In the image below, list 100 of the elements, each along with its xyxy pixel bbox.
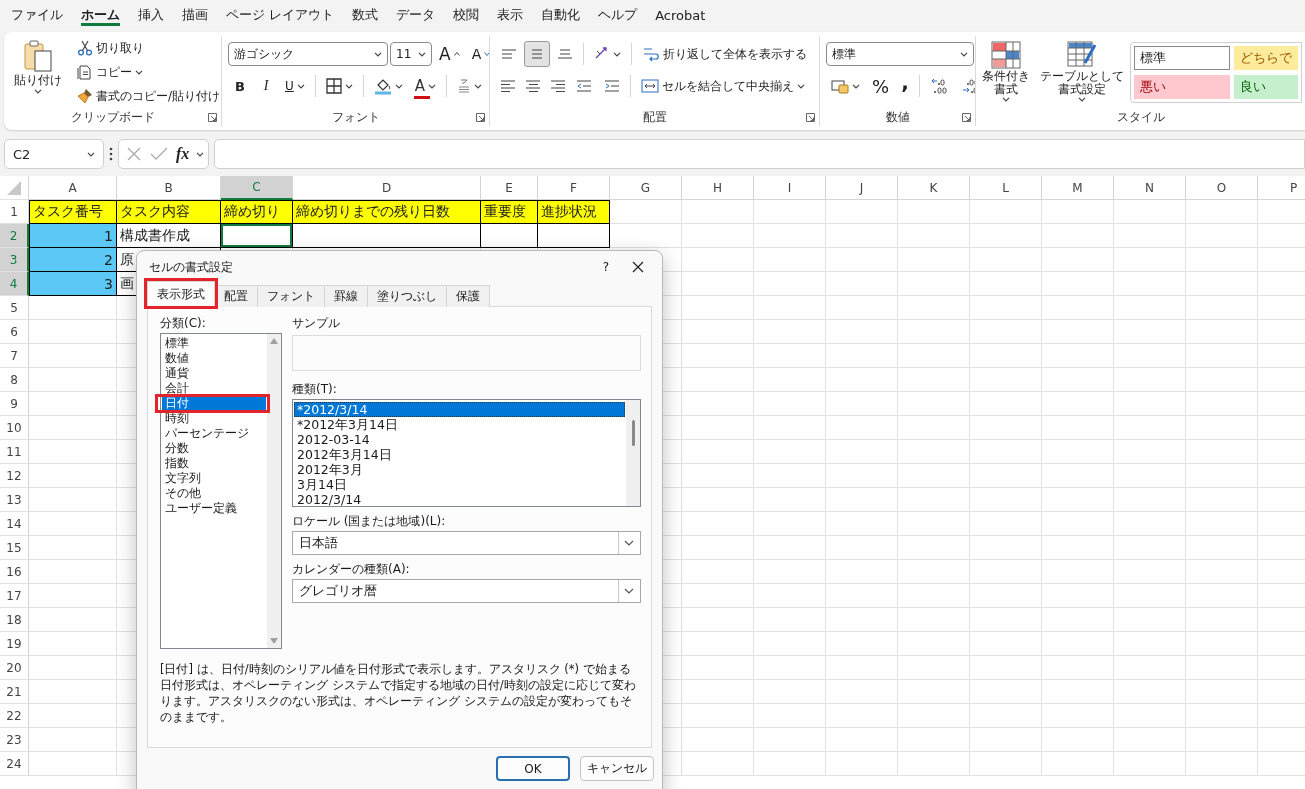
cancel-button[interactable]: キャンセル (580, 756, 654, 781)
category-item[interactable]: 時刻 (162, 411, 266, 426)
column-header[interactable]: M (1042, 176, 1114, 200)
scroll-up-icon[interactable] (270, 338, 278, 344)
menu-tab[interactable]: 自動化 (532, 0, 590, 30)
select-all-icon[interactable] (7, 180, 21, 195)
column-header[interactable]: E (481, 176, 538, 200)
column-header[interactable]: K (898, 176, 970, 200)
type-item[interactable]: *2012年3月14日 (294, 417, 625, 432)
row-header[interactable]: 2 (0, 224, 29, 248)
dialog-launcher-icon[interactable] (476, 112, 485, 122)
cut-button[interactable]: 切り取り (72, 36, 221, 60)
cell-style-item[interactable]: 良い (1234, 75, 1298, 99)
category-item[interactable]: その他 (162, 486, 266, 501)
column-header[interactable]: L (970, 176, 1042, 200)
merge-center-button[interactable]: セルを結合して中央揃え (636, 73, 810, 99)
font-size-dropdown[interactable]: 11 (390, 42, 432, 66)
copy-button[interactable]: コピー (72, 60, 221, 84)
format-as-table-button[interactable]: テーブルとして 書式設定 (1036, 38, 1128, 108)
type-item[interactable]: 2012-03-14 (294, 432, 625, 447)
merge-cells-icon (641, 78, 659, 94)
column-header[interactable]: N (1114, 176, 1186, 200)
dialog-launcher-icon[interactable] (208, 112, 217, 122)
category-item[interactable]: 文字列 (162, 471, 266, 486)
column-header[interactable]: H (682, 176, 754, 200)
menu-tab[interactable]: 校閲 (444, 0, 489, 30)
italic-button[interactable]: I (254, 73, 278, 99)
menu-tab[interactable]: Acrobat (646, 0, 715, 30)
dialog-tab[interactable]: フォント (257, 285, 325, 307)
category-item[interactable]: 通貨 (162, 366, 266, 381)
menu-tab[interactable]: ページ レイアウト (217, 0, 344, 30)
cell-style-item[interactable]: 標準 (1134, 46, 1230, 70)
font-name-dropdown[interactable]: 游ゴシック (228, 42, 388, 66)
formula-field[interactable] (214, 139, 1305, 169)
underline-button[interactable]: U (280, 73, 310, 99)
menu-tab[interactable]: 表示 (488, 0, 533, 30)
dialog-tab[interactable]: 保護 (446, 285, 490, 307)
dialog-launcher-icon[interactable] (806, 112, 815, 122)
number-format-dropdown[interactable]: 標準 (826, 42, 974, 66)
menu-tab[interactable]: 数式 (343, 0, 388, 30)
caret-icon (87, 151, 95, 157)
category-item[interactable]: 分数 (162, 441, 266, 456)
column-header[interactable]: J (826, 176, 898, 200)
menu-tab[interactable]: 描画 (173, 0, 217, 30)
help-button[interactable]: ? (590, 254, 622, 280)
menu-tab[interactable]: ヘルプ (589, 0, 647, 30)
comma-style-button[interactable]: , (896, 73, 915, 99)
type-item[interactable]: *2012/3/14 (294, 402, 625, 417)
column-header[interactable]: G (610, 176, 682, 200)
category-item[interactable]: パーセンテージ (162, 426, 266, 441)
align-center-icon (524, 78, 541, 94)
type-item[interactable]: 2012年3月 (294, 462, 625, 477)
locale-dropdown[interactable]: 日本語 (292, 531, 641, 555)
scrollbar-thumb[interactable] (631, 420, 635, 446)
scrollbar[interactable] (267, 334, 281, 648)
dialog-tab[interactable]: 表示形式 (147, 281, 215, 307)
category-item[interactable]: 会計 (162, 381, 266, 396)
category-item[interactable]: 標準 (162, 336, 266, 351)
bold-button[interactable]: B (228, 73, 252, 99)
type-item[interactable]: 3月14日 (294, 477, 625, 492)
category-item[interactable]: ユーザー定義 (162, 501, 266, 516)
column-header[interactable]: D (293, 176, 481, 200)
scroll-down-icon[interactable] (270, 638, 278, 644)
dialog-launcher-icon[interactable] (962, 112, 971, 122)
conditional-formatting-button[interactable]: 条件付き 書式 (978, 38, 1034, 108)
category-item[interactable]: 指数 (162, 456, 266, 471)
scrollbar[interactable] (626, 400, 640, 506)
column-header[interactable]: F (538, 176, 610, 200)
percent-button[interactable]: % (867, 73, 895, 99)
menu-tab[interactable]: 挿入 (129, 0, 173, 30)
type-list[interactable]: *2012/3/14 *2012年3月14日 2012-03-14 2012年3月14日 2012年3月 3月14日 2012/3/14 (292, 399, 641, 507)
cell-style-item[interactable]: 悪い (1134, 75, 1230, 99)
calendar-dropdown[interactable]: グレゴリオ暦 (292, 579, 641, 603)
type-item[interactable]: 2012/3/14 (294, 492, 625, 507)
name-box[interactable]: C2 (4, 139, 104, 169)
menu-tab[interactable]: ファイル (2, 0, 72, 30)
wrap-text-button[interactable]: 折り返して全体を表示する (637, 41, 812, 67)
format-painter-button[interactable]: 書式のコピー/貼り付け (72, 84, 221, 108)
type-item[interactable]: 2012年3月14日 (294, 447, 625, 462)
category-item[interactable]: 数値 (162, 351, 266, 366)
cancel-entry-button[interactable] (125, 145, 143, 163)
menu-tab[interactable]: データ (387, 0, 445, 30)
ok-button[interactable]: OK (496, 756, 570, 781)
row-header[interactable]: 3 (0, 248, 29, 272)
description-text: [日付] は、日付/時刻のシリアル値を日付形式で表示します。アスタリスク (*) で始まる日付形式は、オペレーティング システムで指定する地域の日付/時刻の設定に応じて変わります。アスタリスクのない形式は、オペレーティング システムの設定が変わってもそのままです。 (160, 661, 637, 725)
paste-button[interactable]: 貼り付け (10, 36, 66, 106)
column-header[interactable]: O (1186, 176, 1258, 200)
column-header[interactable]: A (29, 176, 117, 200)
column-header[interactable]: B (117, 176, 221, 200)
insert-function-button[interactable]: fx (175, 144, 191, 164)
close-icon (126, 146, 142, 162)
grow-font-button[interactable]: A (434, 41, 465, 67)
dialog-tab[interactable]: 罫線 (324, 285, 368, 307)
vertical-align-button[interactable] (524, 41, 550, 67)
cell-style-item[interactable]: どちらで (1234, 46, 1298, 70)
shrink-font-button[interactable]: A (466, 41, 489, 67)
column-header[interactable]: I (754, 176, 826, 200)
dialog-tab[interactable]: 塗りつぶし (367, 285, 447, 307)
align-right-icon (549, 78, 566, 94)
column-header[interactable]: C (221, 176, 293, 200)
